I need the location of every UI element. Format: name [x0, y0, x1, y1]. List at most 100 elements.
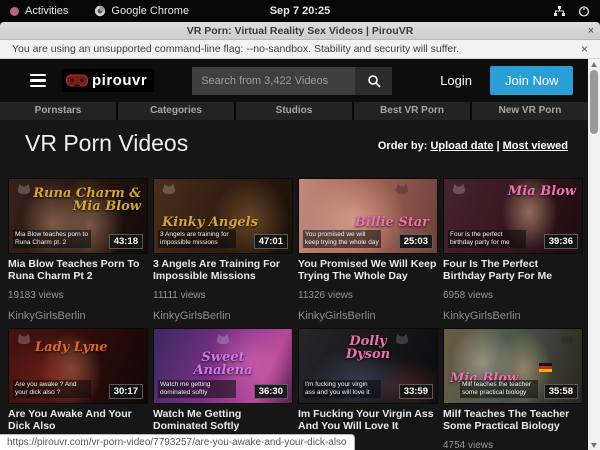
video-thumbnail[interactable]: Dolly Dyson I'm fucking your virgin ass … — [298, 328, 438, 404]
order-link-upload-date[interactable]: Upload date — [430, 140, 493, 152]
status-url-bubble: https://pirouvr.com/vr-porn-video/779325… — [0, 434, 355, 450]
video-title[interactable]: Milf Teaches The Teacher Some Practical … — [443, 408, 583, 432]
video-card[interactable]: Mia Blow Four is the perfect birthday pa… — [443, 178, 583, 322]
login-link[interactable]: Login — [440, 73, 472, 88]
video-title[interactable]: Mia Blow Teaches Porn To Runa Charm Pt 2 — [8, 258, 148, 282]
thumbnail-overlay-title: Runa Charm & Mia Blow — [9, 187, 141, 213]
network-icon[interactable] — [553, 5, 566, 17]
video-card[interactable]: Sweet Analena Watch me getting dominated… — [153, 328, 293, 450]
system-top-bar: Activities Google Chrome Sep 7 20:25 — [0, 0, 600, 22]
site-header: pirouvr Login Join Now — [0, 59, 588, 102]
thumbnail-caption: 3 Angels are training for impossible mis… — [158, 230, 236, 248]
distro-logo-icon — [10, 7, 19, 16]
page-title: VR Porn Videos — [25, 130, 188, 157]
warning-text: You are using an unsupported command-lin… — [12, 43, 459, 55]
video-studio-link[interactable]: KinkyGirlsBerlin — [8, 310, 148, 322]
duration-badge: 30:17 — [109, 384, 143, 399]
video-title[interactable]: Four Is The Perfect Birthday Party For M… — [443, 258, 583, 282]
window-title-bar: VR Porn: Virtual Reality Sex Videos | Pi… — [0, 22, 600, 40]
studio-cat-watermark-icon — [214, 333, 232, 345]
main-nav: Pornstars Categories Studios Best VR Por… — [0, 102, 588, 120]
video-views: 6958 views — [443, 290, 583, 301]
video-thumbnail[interactable]: Mia Blow Milf teaches the teacher some p… — [443, 328, 583, 404]
video-studio-link[interactable]: KinkyGirlsBerlin — [153, 310, 293, 322]
app-menu[interactable]: Google Chrome — [94, 5, 189, 17]
screen: Activities Google Chrome Sep 7 20:25 — [0, 0, 600, 450]
system-clock[interactable]: Sep 7 20:25 — [0, 5, 600, 17]
video-thumbnail[interactable]: Mia Blow Four is the perfect birthday pa… — [443, 178, 583, 254]
thumbnail-overlay-title: Kinky Angels — [162, 216, 258, 229]
search-area — [192, 67, 392, 95]
thumbnail-overlay-title: Dolly Dyson — [334, 335, 403, 361]
site-logo-text: pirouvr — [92, 72, 147, 89]
video-title[interactable]: Watch Me Getting Dominated Softly — [153, 408, 293, 432]
page-scrollbar[interactable] — [588, 59, 600, 450]
video-card[interactable]: Billie Star You promised we will keep tr… — [298, 178, 438, 322]
video-card[interactable]: Mia Blow Milf teaches the teacher some p… — [443, 328, 583, 450]
order-separator: | — [496, 140, 499, 152]
thumbnail-caption: I'm fucking your virgin ass and you will… — [303, 380, 381, 398]
activities-label: Activities — [25, 5, 68, 17]
app-menu-label: Google Chrome — [111, 5, 189, 17]
thumbnail-overlay-title: Sweet Analena — [189, 351, 258, 377]
duration-badge: 39:36 — [544, 234, 578, 249]
video-title[interactable]: You Promised We Will Keep Trying The Who… — [298, 258, 438, 282]
studio-cat-watermark-icon — [558, 333, 576, 345]
video-card[interactable]: Runa Charm & Mia Blow Mia Blow teaches p… — [8, 178, 148, 322]
search-button[interactable] — [355, 67, 392, 95]
nav-item-pornstars[interactable]: Pornstars — [0, 102, 116, 120]
chrome-icon — [94, 5, 106, 17]
warning-close-icon[interactable]: × — [581, 42, 588, 56]
studio-cat-watermark-icon — [160, 183, 178, 195]
site-logo[interactable]: pirouvr — [62, 69, 154, 92]
power-icon[interactable] — [578, 5, 590, 17]
join-now-button[interactable]: Join Now — [490, 66, 573, 95]
thumbnail-overlay-title: Billie Star — [355, 216, 429, 229]
video-views: 4754 views — [443, 440, 583, 450]
thumbnail-overlay-title: Lady Lyne — [35, 341, 108, 354]
duration-badge: 47:01 — [254, 234, 288, 249]
order-link-most-viewed[interactable]: Most viewed — [503, 140, 568, 152]
search-input[interactable] — [192, 67, 355, 95]
video-title[interactable]: Im Fucking Your Virgin Ass And You Will … — [298, 408, 438, 432]
thumbnail-caption: Mia Blow teaches porn to Runa Charm pt. … — [13, 230, 91, 248]
menu-icon[interactable] — [30, 74, 46, 88]
video-thumbnail[interactable]: Kinky Angels 3 Angels are training for i… — [153, 178, 293, 254]
scroll-down-arrow-icon[interactable] — [588, 440, 600, 450]
video-title[interactable]: 3 Angels Are Training For Impossible Mis… — [153, 258, 293, 282]
german-flag-icon — [539, 363, 552, 372]
video-studio-link[interactable]: KinkyGirlsBerlin — [443, 310, 583, 322]
page-heading-row: VR Porn Videos Order by: Upload date | M… — [0, 120, 588, 176]
video-thumbnail[interactable]: Lady Lyne Are you awake ? And your dick … — [8, 328, 148, 404]
duration-badge: 35:58 — [544, 384, 578, 399]
window-close-icon[interactable]: × — [582, 25, 600, 37]
activities-button[interactable]: Activities — [0, 5, 68, 17]
scrollbar-thumb[interactable] — [590, 70, 598, 134]
video-thumbnail[interactable]: Billie Star You promised we will keep tr… — [298, 178, 438, 254]
video-studio-link[interactable]: KinkyGirlsBerlin — [298, 310, 438, 322]
video-card[interactable]: Dolly Dyson I'm fucking your virgin ass … — [298, 328, 438, 450]
chrome-warning-bar: You are using an unsupported command-lin… — [0, 40, 600, 59]
order-by-label: Order by: — [378, 140, 428, 152]
scroll-up-arrow-icon[interactable] — [588, 59, 600, 69]
thumbnail-caption: Four is the perfect birthday party for m… — [448, 230, 526, 248]
vr-headset-icon — [66, 74, 88, 87]
nav-item-new-vr-porn[interactable]: New VR Porn — [472, 102, 588, 120]
nav-item-categories[interactable]: Categories — [118, 102, 234, 120]
nav-item-best-vr-porn[interactable]: Best VR Porn — [354, 102, 470, 120]
video-thumbnail[interactable]: Runa Charm & Mia Blow Mia Blow teaches p… — [8, 178, 148, 254]
video-card[interactable]: Kinky Angels 3 Angels are training for i… — [153, 178, 293, 322]
studio-cat-watermark-icon — [393, 183, 411, 195]
nav-item-studios[interactable]: Studios — [236, 102, 352, 120]
window-title: VR Porn: Virtual Reality Sex Videos | Pi… — [18, 25, 582, 37]
video-views: 11326 views — [298, 290, 438, 301]
thumbnail-caption: Watch me getting dominated softly — [158, 380, 236, 398]
video-title[interactable]: Are You Awake And Your Dick Also — [8, 408, 148, 432]
video-thumbnail[interactable]: Sweet Analena Watch me getting dominated… — [153, 328, 293, 404]
video-views: 11111 views — [153, 290, 293, 301]
search-icon — [367, 74, 381, 88]
studio-cat-watermark-icon — [450, 183, 468, 195]
video-card[interactable]: Lady Lyne Are you awake ? And your dick … — [8, 328, 148, 450]
video-grid: Runa Charm & Mia Blow Mia Blow teaches p… — [8, 178, 583, 450]
order-by: Order by: Upload date | Most viewed — [378, 140, 568, 152]
